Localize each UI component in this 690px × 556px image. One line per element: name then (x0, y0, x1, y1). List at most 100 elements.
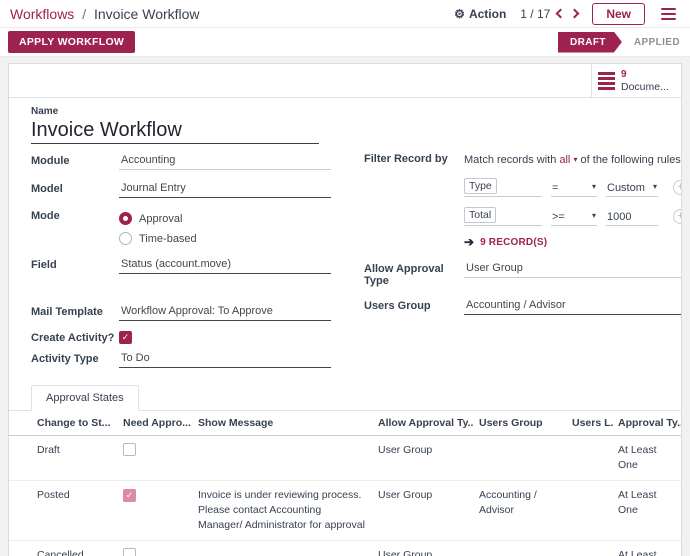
cell-users-group[interactable] (474, 541, 567, 556)
module-input[interactable]: Accounting (119, 154, 331, 170)
rule-operator-select[interactable]: >=▾ (551, 209, 597, 226)
table-row[interactable]: Posted ✓ Invoice is under reviewing proc… (9, 481, 681, 541)
model-label: Model (31, 183, 119, 198)
users-group-input[interactable]: Accounting / Advisor (464, 299, 682, 315)
radio-unselected-icon (119, 232, 132, 245)
allow-approval-type-label: Allow Approval Type (364, 262, 464, 287)
table-row[interactable]: Draft User Group At Least One (9, 436, 681, 481)
table-header-row: Change to St... Need Appro... Show Messa… (9, 411, 681, 436)
pager-next-icon[interactable] (570, 9, 580, 19)
form-sheet: 9 Docume... Name Invoice Workflow Module… (8, 63, 682, 556)
caret-down-icon: ▾ (573, 155, 577, 164)
col-show-message[interactable]: Show Message (193, 411, 373, 436)
table-row[interactable]: Cancelled User Group At Least One (9, 541, 681, 556)
cell-allow-approval-type[interactable]: User Group (373, 481, 474, 541)
activity-type-input[interactable]: To Do (119, 352, 331, 368)
rule-value-select[interactable]: Custom▾ (606, 180, 658, 197)
field-input[interactable]: Status (account.move) (119, 258, 331, 274)
name-input[interactable]: Invoice Workflow (31, 117, 319, 144)
cell-allow-approval-type[interactable]: User Group (373, 436, 474, 481)
cell-state[interactable]: Cancelled (9, 541, 118, 556)
add-rule-icon[interactable]: + (673, 180, 682, 195)
record-pager: 1 / 17 (520, 7, 578, 21)
documents-count: 9 (621, 69, 669, 81)
need-approval-checkbox[interactable] (123, 443, 136, 456)
filter-rule-row: Type =▾ Custom▾ + ⋯ (464, 176, 682, 197)
action-menu-button[interactable]: ⚙ Action (454, 7, 506, 21)
name-label: Name (31, 106, 659, 117)
check-icon: ✓ (126, 488, 134, 503)
cell-users-login[interactable] (567, 481, 613, 541)
cell-approval-type[interactable]: At Least One (613, 436, 681, 481)
documents-label: Docume... (621, 81, 669, 93)
mode-label: Mode (31, 210, 119, 225)
cell-message[interactable]: Invoice is under reviewing process. Plea… (193, 481, 373, 541)
allow-approval-type-input[interactable]: User Group (464, 262, 682, 278)
arrow-right-icon: ➔ (464, 235, 474, 249)
add-rule-icon[interactable]: + (673, 209, 682, 224)
tab-approval-states[interactable]: Approval States (31, 385, 139, 411)
mail-template-label: Mail Template (31, 306, 119, 321)
cell-message[interactable] (193, 436, 373, 481)
approval-states-table: Change to St... Need Appro... Show Messa… (9, 411, 681, 556)
cell-approval-type[interactable]: At Least One (613, 541, 681, 556)
cell-users-login[interactable] (567, 541, 613, 556)
cell-message[interactable] (193, 541, 373, 556)
rule-field-input[interactable]: Total (464, 205, 542, 226)
apply-workflow-button[interactable]: APPLY WORKFLOW (8, 31, 135, 53)
cell-users-group[interactable]: Accounting / Advisor (474, 481, 567, 541)
col-approval-type[interactable]: Approval Ty... (613, 411, 681, 436)
filter-match-line: Match records with all ▾ of the followin… (464, 152, 682, 168)
content-area: 9 Docume... Name Invoice Workflow Module… (0, 57, 690, 556)
breadcrumb-separator: / (82, 6, 86, 22)
col-change-to-state[interactable]: Change to St... (9, 411, 118, 436)
check-icon: ✓ (122, 332, 130, 343)
mode-radio-approval[interactable]: Approval (119, 212, 197, 225)
mail-template-input[interactable]: Workflow Approval: To Approve (119, 305, 331, 321)
control-panel: APPLY WORKFLOW DRAFT APPLIED (0, 28, 690, 57)
col-allow-approval-type[interactable]: Allow Approval Ty... (373, 411, 474, 436)
rule-operator-select[interactable]: =▾ (551, 180, 597, 197)
need-approval-checkbox[interactable] (123, 548, 136, 556)
pager-value: 1 / 17 (520, 7, 550, 21)
documents-smart-button[interactable]: 9 Docume... (591, 64, 681, 97)
cell-state[interactable]: Draft (9, 436, 118, 481)
field-label: Field (31, 259, 119, 274)
pager-previous-icon[interactable] (556, 9, 566, 19)
cell-state[interactable]: Posted (9, 481, 118, 541)
breadcrumb-current: Invoice Workflow (94, 6, 200, 22)
records-count-link[interactable]: ➔ 9 RECORD(S) (464, 235, 682, 249)
caret-down-icon: ▾ (592, 211, 596, 223)
caret-down-icon: ▾ (592, 182, 596, 194)
mode-radio-time-based[interactable]: Time-based (119, 232, 197, 245)
rule-value-input[interactable]: 1000 (606, 209, 658, 226)
module-label: Module (31, 155, 119, 170)
filter-rule-row: Total >=▾ 1000 + ⋯ (464, 205, 682, 226)
create-activity-checkbox[interactable]: ✓ (119, 331, 132, 344)
smart-button-box: 9 Docume... (9, 64, 681, 98)
rule-field-input[interactable]: Type (464, 176, 542, 197)
cell-allow-approval-type[interactable]: User Group (373, 541, 474, 556)
breadcrumb-workflows-link[interactable]: Workflows (10, 6, 74, 22)
statusbar: DRAFT APPLIED (558, 32, 680, 53)
gear-icon: ⚙ (454, 7, 465, 21)
cell-users-login[interactable] (567, 436, 613, 481)
status-applied[interactable]: APPLIED (634, 37, 680, 48)
status-draft-badge[interactable]: DRAFT (558, 32, 622, 53)
cell-approval-type[interactable]: At Least One (613, 481, 681, 541)
activity-type-label: Activity Type (31, 353, 119, 368)
top-navbar: Workflows / Invoice Workflow ⚙ Action 1 … (0, 0, 690, 28)
new-button[interactable]: New (592, 3, 645, 25)
breadcrumb: Workflows / Invoice Workflow (10, 6, 200, 22)
col-need-approval[interactable]: Need Appro... (118, 411, 193, 436)
menu-icon[interactable] (659, 6, 678, 22)
model-input[interactable]: Journal Entry (119, 182, 331, 198)
caret-down-icon: ▾ (653, 182, 657, 194)
filter-match-all-dropdown[interactable]: all ▾ (559, 154, 577, 166)
col-users-group[interactable]: Users Group (474, 411, 567, 436)
radio-selected-icon (119, 212, 132, 225)
need-approval-checkbox[interactable]: ✓ (123, 489, 136, 502)
cell-users-group[interactable] (474, 436, 567, 481)
filter-record-by-label: Filter Record by (364, 152, 464, 165)
col-users-login[interactable]: Users L... (567, 411, 613, 436)
